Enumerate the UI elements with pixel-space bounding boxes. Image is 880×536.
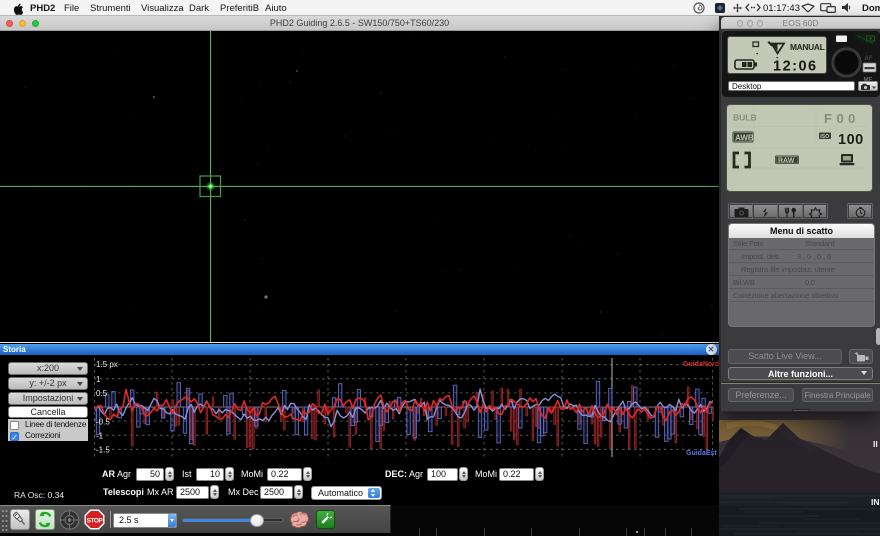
svg-text:F00: F00 — [824, 111, 860, 126]
svg-text:-1: -1 — [96, 432, 104, 441]
svg-text:0.5: 0.5 — [96, 389, 108, 398]
svg-text:1: 1 — [96, 375, 101, 384]
svg-text:100: 100 — [838, 132, 864, 148]
svg-text:GuidaNord: GuidaNord — [683, 361, 719, 368]
svg-text:BULB: BULB — [733, 113, 757, 123]
svg-text:STOP: STOP — [87, 517, 104, 524]
svg-text:RAW: RAW — [778, 157, 795, 164]
svg-text:1.5 px: 1.5 px — [96, 360, 118, 369]
svg-text:-1.5: -1.5 — [96, 446, 110, 455]
svg-text:ISO: ISO — [820, 134, 829, 140]
svg-text:-0.5: -0.5 — [96, 418, 110, 427]
svg-text:GuidaEst: GuidaEst — [686, 450, 717, 457]
svg-text:AWB: AWB — [735, 134, 754, 143]
svg-text:AF: AF — [865, 56, 873, 62]
